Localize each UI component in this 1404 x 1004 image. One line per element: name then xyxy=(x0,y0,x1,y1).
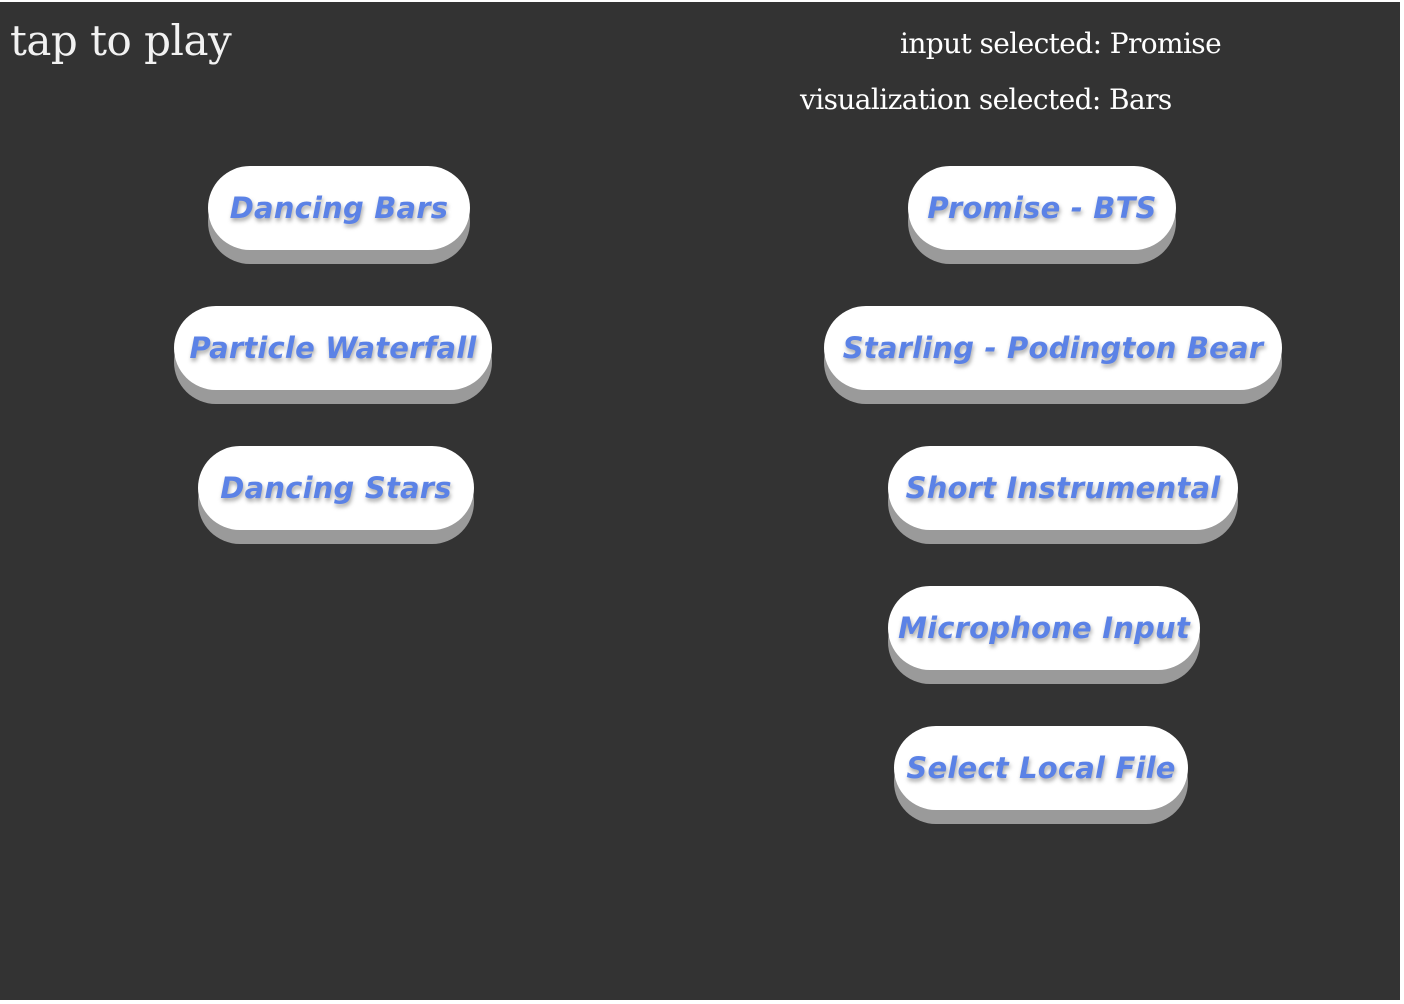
dancing-stars-label: Dancing Stars xyxy=(220,471,452,505)
short-instrumental-button[interactable]: Short Instrumental xyxy=(888,446,1238,530)
select-local-file-button[interactable]: Select Local File xyxy=(894,726,1188,810)
dancing-bars-label: Dancing Bars xyxy=(229,191,449,225)
microphone-input-button[interactable]: Microphone Input xyxy=(888,586,1200,670)
promise-bts-button[interactable]: Promise - BTS xyxy=(908,166,1176,250)
dancing-bars-button[interactable]: Dancing Bars xyxy=(208,166,470,250)
tap-to-play-label[interactable]: tap to play xyxy=(10,20,232,62)
app-canvas: tap to play input selected: Promise visu… xyxy=(0,2,1400,1000)
short-instrumental-label: Short Instrumental xyxy=(905,471,1221,505)
particle-waterfall-label: Particle Waterfall xyxy=(189,331,477,365)
promise-bts-label: Promise - BTS xyxy=(927,191,1157,225)
dancing-stars-button[interactable]: Dancing Stars xyxy=(198,446,474,530)
visualization-selected-status: visualization selected: Bars xyxy=(800,83,1172,116)
starling-podington-bear-button[interactable]: Starling - Podington Bear xyxy=(824,306,1282,390)
input-selected-status: input selected: Promise xyxy=(900,27,1222,60)
select-local-file-label: Select Local File xyxy=(906,751,1176,785)
microphone-input-label: Microphone Input xyxy=(898,611,1190,645)
particle-waterfall-button[interactable]: Particle Waterfall xyxy=(174,306,492,390)
starling-podington-bear-label: Starling - Podington Bear xyxy=(842,331,1264,365)
